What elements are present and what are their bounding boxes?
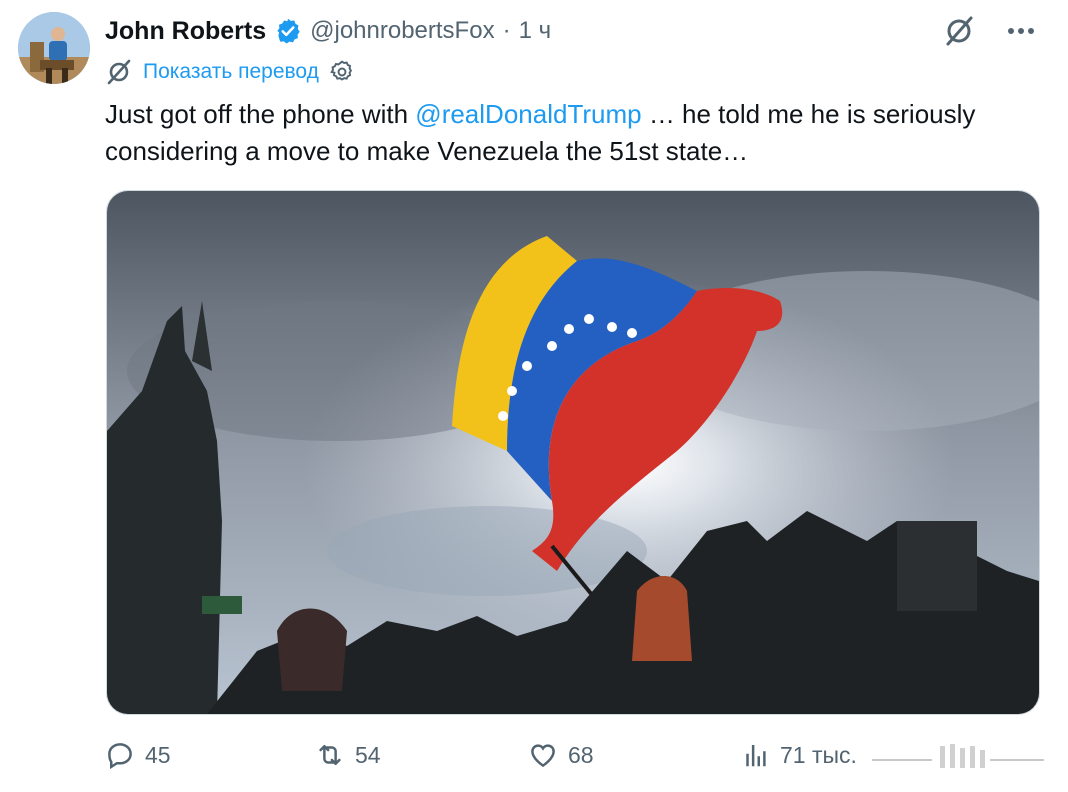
avatar-image bbox=[18, 12, 90, 84]
more-icon[interactable] bbox=[1004, 14, 1038, 48]
show-translation-link[interactable]: Показать перевод bbox=[143, 60, 319, 84]
avatar[interactable] bbox=[18, 12, 90, 84]
translate-icon bbox=[105, 58, 133, 86]
tweet-header: John Roberts @johnrobertsFox · 1 ч bbox=[105, 14, 551, 48]
repost-icon bbox=[319, 745, 341, 765]
author-name[interactable]: John Roberts bbox=[105, 17, 266, 46]
venezuela-flag-photo bbox=[107, 191, 1039, 714]
repost-count: 54 bbox=[355, 741, 381, 768]
watermark-logo bbox=[872, 744, 1044, 768]
author-handle[interactable]: @johnrobertsFox bbox=[310, 17, 494, 45]
grok-icon[interactable] bbox=[942, 14, 976, 48]
tweet-time[interactable]: 1 ч bbox=[519, 17, 552, 45]
translate-row: Показать перевод bbox=[105, 58, 355, 86]
tweet-media-image[interactable] bbox=[106, 190, 1040, 715]
reply-count: 45 bbox=[145, 741, 171, 768]
reply-icon bbox=[108, 743, 132, 770]
mention-link[interactable]: @realDonaldTrump bbox=[415, 99, 641, 129]
views-count: 71 тыс. bbox=[780, 741, 857, 768]
like-icon bbox=[531, 744, 555, 768]
like-count: 68 bbox=[568, 741, 594, 768]
tweet-text: Just got off the phone with @realDonaldT… bbox=[105, 96, 1040, 170]
views-button[interactable]: 71 тыс. bbox=[740, 735, 857, 775]
separator-dot: · bbox=[502, 17, 511, 44]
like-button[interactable]: 68 bbox=[528, 735, 594, 775]
views-icon bbox=[746, 745, 766, 767]
verified-badge-icon[interactable] bbox=[274, 17, 302, 45]
tweet-top-actions bbox=[942, 14, 1038, 48]
gear-icon[interactable] bbox=[329, 59, 355, 85]
tweet-text-start: Just got off the phone with bbox=[105, 99, 416, 129]
repost-button[interactable]: 54 bbox=[315, 735, 381, 775]
reply-button[interactable]: 45 bbox=[105, 735, 171, 775]
